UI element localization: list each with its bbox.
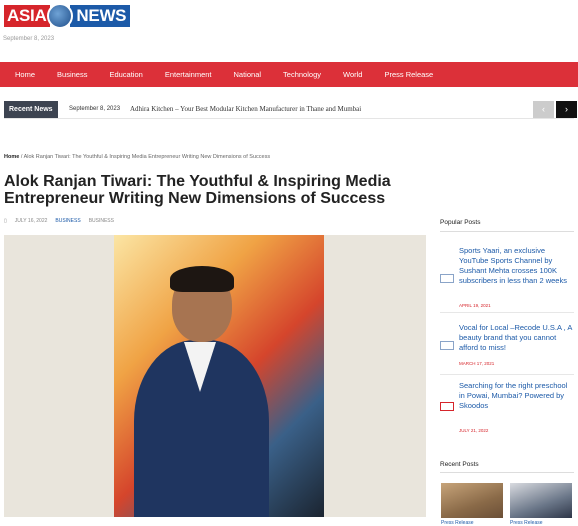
popular-post-date: MARCH 17, 2021 [459,361,495,366]
sidebar: Popular Posts [440,219,574,232]
popular-posts-title: Popular Posts [440,219,574,232]
calendar-icon: ▯ [4,218,7,224]
post-thumbnail-icon [440,402,454,411]
nav-world[interactable]: World [343,70,362,79]
portrait-person [134,266,269,517]
site-logo[interactable]: ASIA NEWS [4,3,131,29]
article-category-2[interactable]: BUSINESS [89,218,114,224]
nav-entertainment[interactable]: Entertainment [165,70,212,79]
popular-post-date: JULY 21, 2022 [459,428,489,433]
breadcrumb: Home / Alok Ranjan Tiwari: The Youthful … [4,154,270,160]
nav-home[interactable]: Home [15,70,35,79]
ticker-headline[interactable]: Adhira Kitchen – Your Best Modular Kitch… [130,105,361,113]
ticker-date: September 8, 2023 [69,106,121,112]
ticker-prev-button[interactable]: ‹ [533,101,554,118]
article-category[interactable]: BUSINESS [55,218,80,224]
header: ASIA NEWS September 8, 2023 [0,0,578,58]
header-date: September 8, 2023 [3,36,55,42]
popular-post-title[interactable]: Vocal for Local –Recode U.S.A , A beauty… [459,323,573,353]
nav-technology[interactable]: Technology [283,70,321,79]
ticker-label: Recent News [4,101,58,118]
nav-national[interactable]: National [234,70,262,79]
post-thumbnail-icon [440,274,454,283]
article-date: JULY 16, 2022 [14,218,48,224]
post-thumbnail-icon [440,341,454,350]
popular-post-title[interactable]: Searching for the right preschool in Pow… [459,381,573,411]
nav-business[interactable]: Business [57,70,87,79]
recent-post-label-1[interactable]: Press Release [441,520,474,526]
ticker-next-button[interactable]: › [556,101,577,118]
nav-education[interactable]: Education [109,70,142,79]
breadcrumb-current: Alok Ranjan Tiwari: The Youthful & Inspi… [23,154,271,160]
main-nav: Home Business Education Entertainment Na… [0,62,578,87]
breadcrumb-home[interactable]: Home [4,154,19,160]
article-hero-image [4,235,426,517]
breadcrumb-separator: / [20,154,23,160]
logo-part2: NEWS [70,5,131,27]
news-ticker: Recent News September 8, 2023 Adhira Kit… [4,101,577,119]
logo-part1: ASIA [4,5,51,27]
recent-post-thumbnail-2[interactable] [510,483,572,518]
article-title: Alok Ranjan Tiwari: The Youthful & Inspi… [4,173,391,207]
popular-post-title[interactable]: Sports Yaari, an exclusive YouTube Sport… [459,246,573,286]
recent-post-thumbnail-1[interactable] [441,483,503,518]
recent-posts-title: Recent Posts [440,461,574,473]
popular-post-date: APRIL 19, 2021 [459,303,491,308]
article-meta: ▯ JULY 16, 2022 BUSINESS BUSINESS [4,218,114,224]
recent-post-label-2[interactable]: Press Release [510,520,543,526]
nav-press-release[interactable]: Press Release [384,70,433,79]
